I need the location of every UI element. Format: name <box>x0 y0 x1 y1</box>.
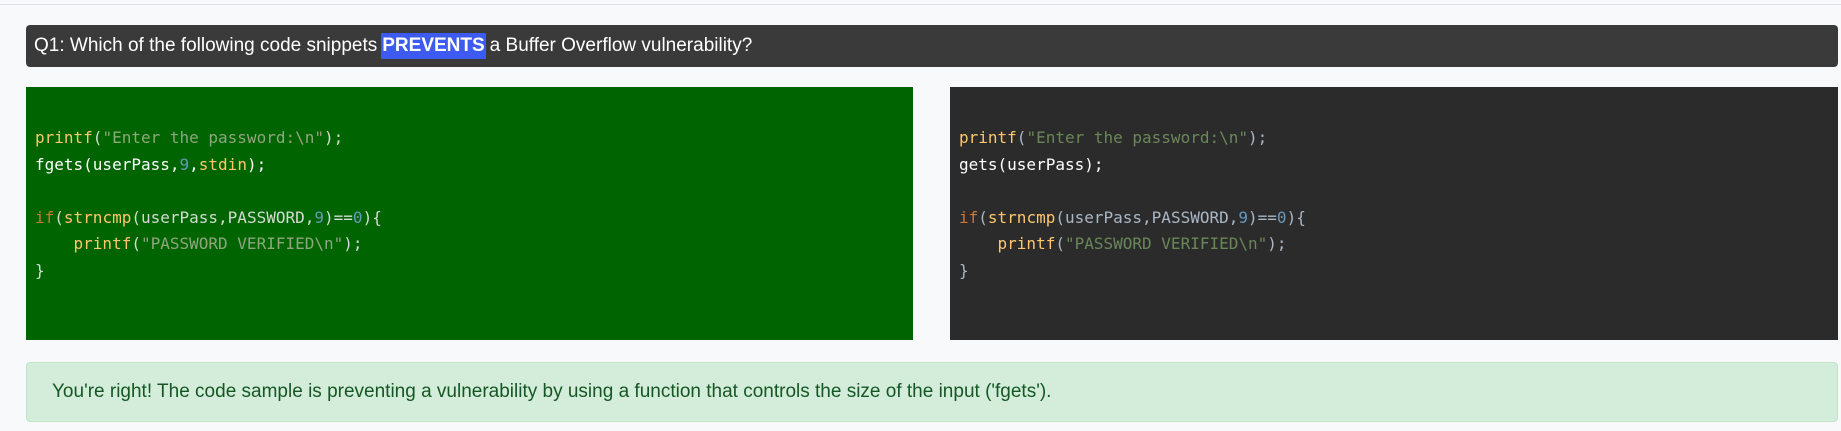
code-token: ){ <box>362 207 382 227</box>
code-token: printf <box>959 128 1017 147</box>
code-token: ( <box>978 207 988 227</box>
code-token: stdin <box>198 154 247 174</box>
code-token: 9 <box>179 154 190 174</box>
code-token: , <box>189 154 199 174</box>
code-token: if <box>35 207 55 227</box>
code-token: ( <box>54 207 64 227</box>
feedback-text: You're right! The code sample is prevent… <box>52 381 1052 402</box>
code-token: } <box>35 260 45 280</box>
code-token: 0 <box>1276 207 1287 227</box>
code-line: } <box>959 258 1838 285</box>
code-line: if(strncmp(userPass,PASSWORD,9)==0){ <box>35 205 913 232</box>
code-line: fgets(userPass,9,stdin); <box>35 152 913 179</box>
code-token: gets(userPass); <box>959 154 1104 174</box>
code-token: if <box>959 207 979 227</box>
code-token: "Enter the password:\n" <box>1026 128 1248 147</box>
code-line: printf("Enter the password:\n"); <box>35 125 913 152</box>
code-token: )== <box>1248 207 1277 227</box>
code-token: )== <box>324 207 353 227</box>
code-line: } <box>35 258 913 285</box>
code-token: (userPass,PASSWORD, <box>1055 207 1239 227</box>
code-token: ( <box>1055 234 1065 253</box>
answer-option-2[interactable]: printf("Enter the password:\n"); gets(use… <box>950 87 1838 340</box>
code-token: fgets(userPass, <box>35 154 180 174</box>
answer-option-1[interactable]: printf("Enter the password:\n"); fgets(us… <box>26 87 913 340</box>
code-line: if(strncmp(userPass,PASSWORD,9)==0){ <box>959 205 1838 232</box>
code-line: printf("PASSWORD VERIFIED\n"); <box>959 231 1838 258</box>
code-token: ( <box>1016 128 1027 147</box>
question-header: Q1: Which of the following code snippets… <box>26 25 1838 67</box>
code-token: ); <box>246 154 267 174</box>
code-token: } <box>959 260 969 280</box>
code-token: strncmp <box>63 207 132 227</box>
code-token: ); <box>1248 128 1268 147</box>
code-token: strncmp <box>987 207 1056 227</box>
code-token: printf <box>35 128 93 147</box>
code-token: ); <box>324 128 344 147</box>
code-token: ); <box>1267 234 1287 253</box>
code-token: ( <box>92 128 103 147</box>
code-token: "PASSWORD VERIFIED\n" <box>140 234 344 253</box>
code-token: ); <box>343 234 363 253</box>
code-line: printf("PASSWORD VERIFIED\n"); <box>35 231 913 258</box>
code-line: printf("Enter the password:\n"); <box>959 125 1838 152</box>
code-token: ( <box>131 234 141 253</box>
code-token: (userPass,PASSWORD, <box>131 207 315 227</box>
code-token: printf <box>997 234 1056 253</box>
code-token: 0 <box>352 207 363 227</box>
top-divider <box>0 4 1841 5</box>
code-token: 9 <box>314 207 325 227</box>
code-token: "Enter the password:\n" <box>102 128 324 147</box>
code-token: 9 <box>1238 207 1249 227</box>
code-line: gets(userPass); <box>959 152 1838 179</box>
feedback-alert: You're right! The code sample is prevent… <box>26 362 1838 422</box>
code-token: printf <box>73 234 132 253</box>
question-highlight: PREVENTS <box>381 33 486 59</box>
code-token: "PASSWORD VERIFIED\n" <box>1064 234 1268 253</box>
question-suffix: a Buffer Overflow vulnerability? <box>489 35 753 56</box>
question-prefix: Q1: Which of the following code snippets <box>34 35 378 56</box>
code-token: ){ <box>1286 207 1306 227</box>
